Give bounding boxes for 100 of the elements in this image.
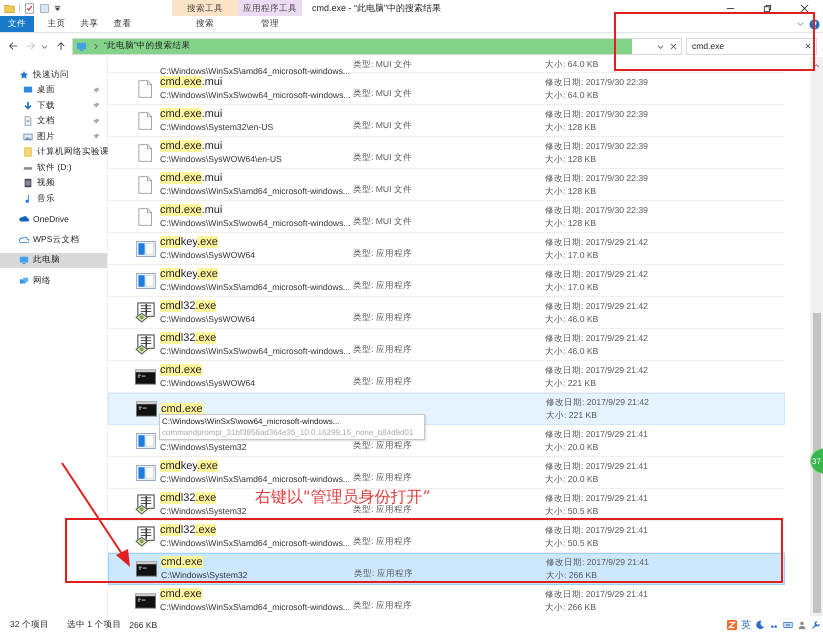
file-row[interactable]: cmd.exe.mui C:\Windows\WinSxS\amd64_microsoft-windows... 类型: MUI 文件 修改日期: 2017/9/30 22:39 大小: 128 KB bbox=[108, 169, 785, 201]
window-title: cmd.exe - “此电脑”中的搜索结果 bbox=[312, 2, 442, 14]
download-icon bbox=[23, 100, 33, 111]
sidebar-item[interactable]: 软件 (D:) bbox=[0, 160, 107, 176]
sidebar-item[interactable]: 快速访问 bbox=[0, 67, 107, 82]
file-type: 类型: 应用程序 bbox=[353, 279, 413, 292]
address-bar[interactable]: “此电脑”中的搜索结果 bbox=[72, 38, 682, 54]
clear-icon[interactable] bbox=[670, 42, 677, 50]
sidebar-item[interactable]: 此电脑 bbox=[0, 252, 107, 268]
modified-date: 修改日期: 2017/9/29 21:42 bbox=[545, 236, 648, 248]
search-field[interactable]: cmd.exe bbox=[686, 38, 817, 54]
file-name: cmd.exe bbox=[160, 364, 203, 376]
back-arrow-icon[interactable] bbox=[8, 41, 18, 51]
file-row[interactable]: cmdkey.exe C:\Windows\WinSxS\amd64_microsoft-windows... 类型: 应用程序 修改日期: 2017/9/29 21:41 大小: 20.0 KB bbox=[108, 457, 785, 489]
dropdown-icon[interactable] bbox=[657, 42, 664, 50]
clear-icon[interactable] bbox=[805, 43, 811, 49]
document-icon bbox=[138, 80, 152, 98]
help-icon[interactable] bbox=[809, 18, 820, 30]
file-row[interactable]: cmdkey.exe C:\Windows\SysWOW64 类型: 应用程序 修改日期: 2017/9/29 21:42 大小: 17.0 KB bbox=[108, 233, 785, 265]
book-phone-icon bbox=[135, 334, 156, 355]
sidebar-item[interactable]: 下载 bbox=[0, 98, 107, 114]
modified-date: 修改日期: 2017/9/30 22:39 bbox=[545, 76, 648, 88]
pc-icon bbox=[76, 40, 87, 52]
file-size: 大小: 128 KB bbox=[545, 216, 597, 230]
context-group-label: 应用程序工具 bbox=[238, 0, 302, 16]
scrollbar[interactable] bbox=[810, 57, 823, 616]
document-icon bbox=[138, 112, 152, 130]
file-row[interactable]: cmd.exe.mui C:\Windows\System32\en-US 类型: MUI 文件 修改日期: 2017/9/30 22:39 大小: 128 KB bbox=[108, 105, 785, 137]
file-row[interactable]: cmd.exe.mui C:\Windows\SysWOW64\en-US 类型: MUI 文件 修改日期: 2017/9/30 22:39 大小: 128 KB bbox=[108, 137, 785, 169]
chevron-icon[interactable] bbox=[796, 20, 805, 28]
sidebar-item[interactable]: 桌面 bbox=[0, 82, 107, 98]
file-row[interactable]: cmd.exe C:\Windows\WinSxS\amd64_microsoft-windows... 类型: 应用程序 修改日期: 2017/9/29 21:41 大小: 266 KB bbox=[108, 585, 785, 616]
file-name: cmd.exe.mui bbox=[160, 204, 224, 216]
close-icon[interactable] bbox=[800, 4, 809, 12]
modified-date: 修改日期: 2017/9/29 21:41 bbox=[545, 524, 648, 536]
dropdown-icon[interactable] bbox=[41, 42, 48, 50]
ribbon-tab[interactable]: 共享 bbox=[73, 16, 106, 32]
restore-icon[interactable] bbox=[763, 4, 772, 12]
file-type: 类型: 应用程序 bbox=[353, 247, 413, 260]
file-type: 类型: MUI 文件 bbox=[353, 215, 413, 228]
modified-date: 修改日期: 2017/9/30 22:39 bbox=[545, 204, 648, 216]
file-row[interactable]: cmdl32.exe C:\Windows\SysWOW64 类型: 应用程序 修改日期: 2017/9/29 21:42 大小: 46.0 KB bbox=[108, 297, 785, 329]
file-path: C:\Windows\SysWOW64\en-US bbox=[160, 152, 283, 166]
sidebar-item[interactable]: WPS云文档 bbox=[0, 232, 107, 248]
context-group-label: 搜索工具 bbox=[172, 0, 238, 16]
file-size: 大小: 266 KB bbox=[545, 600, 597, 614]
file-size: 大小: 46.0 KB bbox=[545, 344, 600, 358]
pictures-icon bbox=[23, 132, 33, 142]
moon-icon[interactable] bbox=[755, 620, 765, 630]
sidebar-item[interactable]: 视频 bbox=[0, 176, 107, 191]
wrench-icon[interactable] bbox=[811, 620, 821, 630]
sidebar-item[interactable]: OneDrive bbox=[0, 212, 107, 227]
modified-date: 修改日期: 2017/9/29 21:42 bbox=[545, 364, 648, 376]
file-row[interactable]: cmdkey.exe C:\Windows\WinSxS\amd64_microsoft-windows... 类型: 应用程序 修改日期: 2017/9/29 21:42 大小: 17.0 KB bbox=[108, 265, 785, 297]
sidebar-item[interactable]: 计算机网络实验课 bbox=[0, 144, 107, 160]
ribbon-tab[interactable]: 查看 bbox=[106, 16, 139, 32]
annotation-note: 右键以"管理员身份打开” bbox=[255, 487, 431, 506]
scroll-thumb[interactable] bbox=[812, 313, 820, 613]
sidebar-label: 计算机网络实验课 bbox=[37, 146, 109, 158]
sidebar-item[interactable]: 文档 bbox=[0, 114, 107, 129]
keyboard-icon[interactable] bbox=[783, 620, 793, 630]
file-size: 大小: 64.0 KB bbox=[545, 58, 598, 71]
sidebar-item[interactable]: 网络 bbox=[0, 273, 107, 288]
file-type: 类型: MUI 文件 bbox=[353, 58, 413, 71]
file-size: 大小: 17.0 KB bbox=[545, 248, 600, 262]
document-icon bbox=[138, 208, 152, 226]
file-size: 大小: 20.0 KB bbox=[545, 440, 600, 454]
file-row[interactable]: cmd.exe.mui C:\Windows\WinSxS\wow64_microsoft-windows... 类型: MUI 文件 修改日期: 2017/9/30 22:39 大小: 128 KB bbox=[108, 201, 785, 233]
person-icon[interactable] bbox=[797, 620, 807, 630]
ribbon-tab[interactable]: 搜索 bbox=[172, 16, 238, 32]
scroll-up-icon[interactable] bbox=[813, 63, 820, 68]
file-type: 类型: 应用程序 bbox=[353, 439, 413, 452]
up-arrow-icon[interactable] bbox=[56, 41, 66, 51]
modified-date: 修改日期: 2017/9/29 21:41 bbox=[545, 460, 648, 472]
file-path: C:\Windows\WinSxS\wow64_microsoft-windows... bbox=[160, 88, 352, 102]
file-row[interactable]: cmd.exe C:\Windows\System32 类型: 应用程序 修改日期: 2017/9/29 21:41 大小: 266 KB bbox=[108, 553, 785, 585]
file-row[interactable]: cmdl32.exe C:\Windows\WinSxS\wow64_microsoft-windows... 类型: 应用程序 修改日期: 2017/9/29 21:42 大小: 46.0 KB bbox=[108, 329, 785, 361]
sidebar-label: 此电脑 bbox=[33, 254, 60, 266]
ime-mode[interactable]: 英 bbox=[741, 618, 751, 632]
ime-logo-icon[interactable] bbox=[727, 620, 737, 630]
file-type: 类型: 应用程序 bbox=[353, 343, 413, 356]
file-path: C:\Windows\SysWOW64 bbox=[160, 248, 256, 262]
dropdown-icon[interactable] bbox=[54, 4, 61, 12]
file-name: cmd.exe bbox=[160, 588, 203, 600]
sidebar-label: 软件 (D:) bbox=[37, 162, 72, 174]
video-icon bbox=[23, 178, 33, 188]
sidebar-item[interactable]: 音乐 bbox=[0, 191, 107, 206]
file-path: C:\Windows\WinSxS\amd64_microsoft-windows... bbox=[160, 184, 352, 198]
sidebar-label: 桌面 bbox=[37, 84, 55, 96]
network-icon bbox=[19, 276, 29, 286]
cloud-outline-icon bbox=[19, 234, 29, 245]
document-icon bbox=[138, 176, 152, 194]
sidebar-item[interactable]: 图片 bbox=[0, 129, 107, 144]
file-tab[interactable]: 文件 bbox=[0, 16, 34, 32]
file-path: C:\Windows\WinSxS\amd64_microsoft-windows... bbox=[160, 536, 352, 550]
file-name: cmd.exe.mui bbox=[160, 108, 224, 120]
file-path: C:\Windows\System32 bbox=[161, 569, 248, 582]
modified-date: 修改日期: 2017/9/29 21:41 bbox=[546, 556, 649, 569]
ribbon-tab[interactable]: 主页 bbox=[40, 16, 73, 32]
ribbon-tab[interactable]: 管理 bbox=[238, 16, 302, 32]
